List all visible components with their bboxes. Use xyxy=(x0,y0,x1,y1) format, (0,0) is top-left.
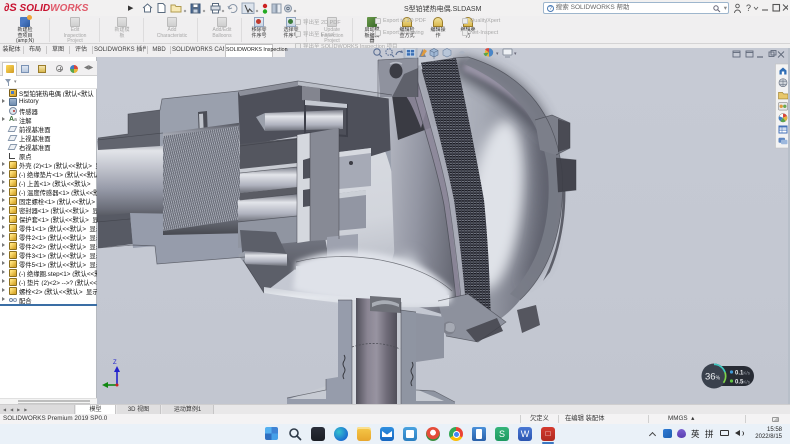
svg-text:▾: ▾ xyxy=(496,51,499,57)
svg-text:▾: ▾ xyxy=(514,51,517,57)
svg-text:?: ? xyxy=(746,3,751,13)
svg-text:Z: Z xyxy=(113,360,117,366)
